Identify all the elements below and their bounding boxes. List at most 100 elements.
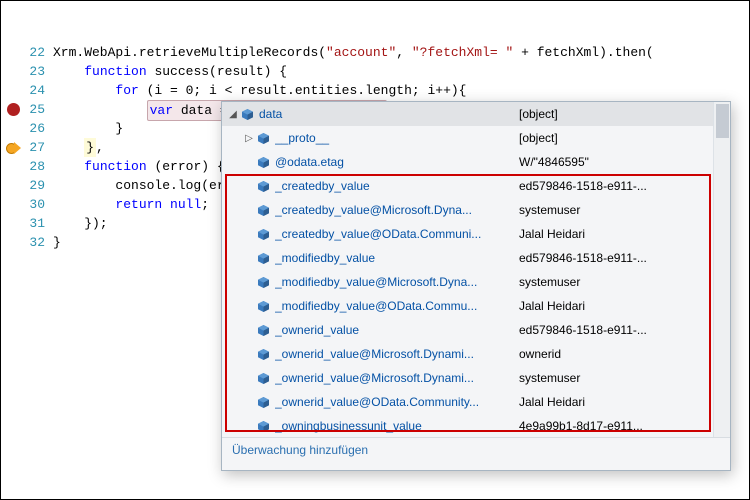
data-tip-row[interactable]: _ownerid_value@OData.Community...Jalal H… [222,390,714,414]
gutter[interactable] [1,119,25,138]
property-name: _createdby_value@OData.Communi... [275,227,519,241]
expander-placeholder [242,155,256,169]
data-tip-row[interactable]: _owningbusinessunit_value4e9a99b1-8d17-e… [222,414,714,437]
property-name: _createdby_value@Microsoft.Dyna... [275,203,519,217]
data-tip-row[interactable]: _createdby_value@OData.Communi...Jalal H… [222,222,714,246]
line-number: 31 [25,214,53,233]
expander-placeholder [242,347,256,361]
property-name: _owningbusinessunit_value [275,419,519,433]
line-number: 25 [25,100,53,119]
property-name: data [259,107,519,121]
gutter[interactable] [1,233,25,252]
gutter[interactable] [1,100,25,119]
object-cube-icon [242,109,253,120]
code-text[interactable]: Xrm.WebApi.retrieveMultipleRecords("acco… [53,43,749,62]
property-name: _modifiedby_value@OData.Commu... [275,299,519,313]
property-value: ownerid [519,347,714,361]
property-value: Jalal Heidari [519,227,714,241]
object-cube-icon [258,421,269,432]
property-name: _ownerid_value [275,323,519,337]
data-tip-row[interactable]: _createdby_value@Microsoft.Dyna...system… [222,198,714,222]
property-name: _ownerid_value@Microsoft.Dynami... [275,371,519,385]
data-tip-row[interactable]: _ownerid_valueed579846-1518-e911-... [222,318,714,342]
object-cube-icon [258,373,269,384]
gutter[interactable] [1,62,25,81]
current-step-icon [6,140,21,155]
debugger-data-tip[interactable]: ◢data[object]▷__proto__[object]@odata.et… [221,101,731,471]
code-text[interactable]: function success(result) { [53,62,749,81]
data-tip-row[interactable]: _modifiedby_valueed579846-1518-e911-... [222,246,714,270]
property-value: ed579846-1518-e911-... [519,323,714,337]
expand-icon[interactable]: ▷ [242,131,256,145]
property-value: 4e9a99b1-8d17-e911... [519,419,714,433]
line-number: 28 [25,157,53,176]
expander-placeholder [242,179,256,193]
code-line[interactable]: 23 function success(result) { [1,62,749,81]
expander-placeholder [242,323,256,337]
property-name: _createdby_value [275,179,519,193]
property-value: systemuser [519,371,714,385]
property-value: systemuser [519,203,714,217]
object-cube-icon [258,349,269,360]
object-cube-icon [258,397,269,408]
line-number: 23 [25,62,53,81]
gutter[interactable] [1,214,25,233]
data-tip-row[interactable]: _ownerid_value@Microsoft.Dynami...owneri… [222,342,714,366]
property-value: ed579846-1518-e911-... [519,251,714,265]
expander-placeholder [242,371,256,385]
property-value: Jalal Heidari [519,299,714,313]
gutter[interactable] [1,195,25,214]
expander-placeholder [242,419,256,433]
gutter[interactable] [1,157,25,176]
breakpoint-icon[interactable] [7,103,20,116]
code-text[interactable]: for (i = 0; i < result.entities.length; … [53,81,749,100]
object-cube-icon [258,205,269,216]
line-number: 32 [25,233,53,252]
data-tip-rows: ◢data[object]▷__proto__[object]@odata.et… [222,102,730,437]
data-tip-row[interactable]: ◢data[object] [222,102,714,126]
add-watch-link[interactable]: Überwachung hinzufügen [222,437,730,461]
property-name: _ownerid_value@OData.Community... [275,395,519,409]
property-value: W/"4846595" [519,155,714,169]
gutter[interactable] [1,138,25,157]
data-tip-row[interactable]: ▷ __proto__[object] [222,126,714,150]
code-line[interactable]: 24 for (i = 0; i < result.entities.lengt… [1,81,749,100]
object-cube-icon [258,229,269,240]
object-cube-icon [258,325,269,336]
line-number: 30 [25,195,53,214]
expander-placeholder [242,203,256,217]
property-name: _ownerid_value@Microsoft.Dynami... [275,347,519,361]
object-cube-icon [258,301,269,312]
line-number: 24 [25,81,53,100]
property-value: Jalal Heidari [519,395,714,409]
expander-placeholder [242,227,256,241]
data-tip-row[interactable]: _modifiedby_value@Microsoft.Dyna...syste… [222,270,714,294]
collapse-icon[interactable]: ◢ [226,107,240,121]
property-name: @odata.etag [275,155,519,169]
property-name: __proto__ [275,131,519,145]
scrollbar[interactable] [713,102,730,437]
data-tip-row[interactable]: _modifiedby_value@OData.Commu...Jalal He… [222,294,714,318]
expander-placeholder [242,299,256,313]
code-line[interactable]: 22Xrm.WebApi.retrieveMultipleRecords("ac… [1,43,749,62]
scrollbar-thumb[interactable] [716,104,729,138]
gutter[interactable] [1,176,25,195]
property-value: [object] [519,131,714,145]
line-number: 29 [25,176,53,195]
line-number: 22 [25,43,53,62]
object-cube-icon [258,133,269,144]
data-tip-row[interactable]: _ownerid_value@Microsoft.Dynami...system… [222,366,714,390]
expander-placeholder [242,251,256,265]
object-cube-icon [258,253,269,264]
expander-placeholder [242,395,256,409]
line-number: 26 [25,119,53,138]
data-tip-row[interactable]: _createdby_valueed579846-1518-e911-... [222,174,714,198]
property-value: ed579846-1518-e911-... [519,179,714,193]
gutter[interactable] [1,81,25,100]
data-tip-row[interactable]: @odata.etagW/"4846595" [222,150,714,174]
gutter[interactable] [1,43,25,62]
property-value: systemuser [519,275,714,289]
line-number: 27 [25,138,53,157]
object-cube-icon [258,277,269,288]
expander-placeholder [242,275,256,289]
